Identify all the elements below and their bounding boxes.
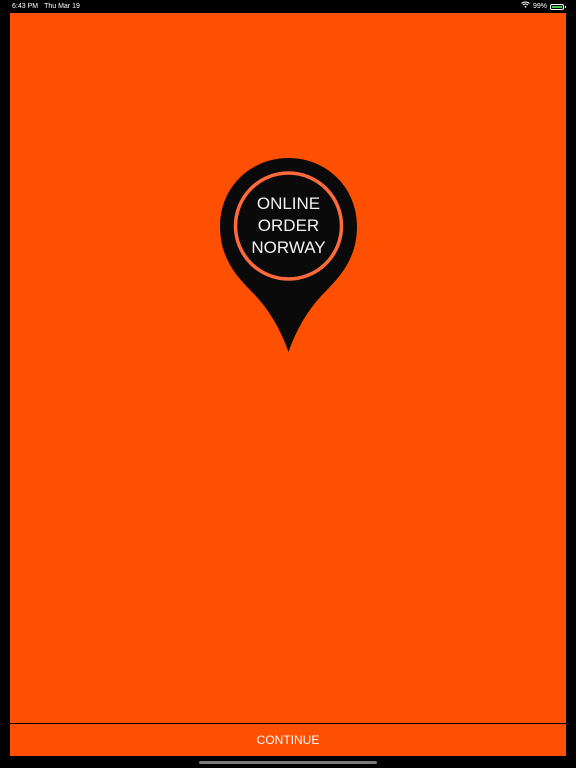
logo-line-order: ORDER — [257, 216, 320, 235]
status-date: Thu Mar 19 — [44, 3, 80, 10]
wifi-icon — [521, 0, 530, 13]
battery-percent: 99% — [532, 3, 547, 10]
status-bar: 6:43 PM Thu Mar 19 99% — [0, 0, 576, 13]
battery-charging-icon — [550, 3, 566, 10]
logo-line-norway: NORWAY — [251, 238, 326, 257]
logo-text: ONLINE ORDER NORWAY — [218, 193, 359, 259]
status-left: 6:43 PM Thu Mar 19 — [12, 0, 80, 13]
splash-screen: ONLINE ORDER NORWAY — [10, 13, 566, 723]
status-time: 6:43 PM — [12, 3, 39, 10]
continue-button[interactable]: CONTINUE — [10, 724, 566, 756]
home-indicator[interactable] — [199, 761, 377, 764]
battery-level — [552, 5, 562, 8]
online-order-norway-logo: ONLINE ORDER NORWAY — [218, 156, 359, 355]
logo-line-online: ONLINE — [256, 194, 321, 213]
status-right: 99% — [521, 0, 566, 13]
